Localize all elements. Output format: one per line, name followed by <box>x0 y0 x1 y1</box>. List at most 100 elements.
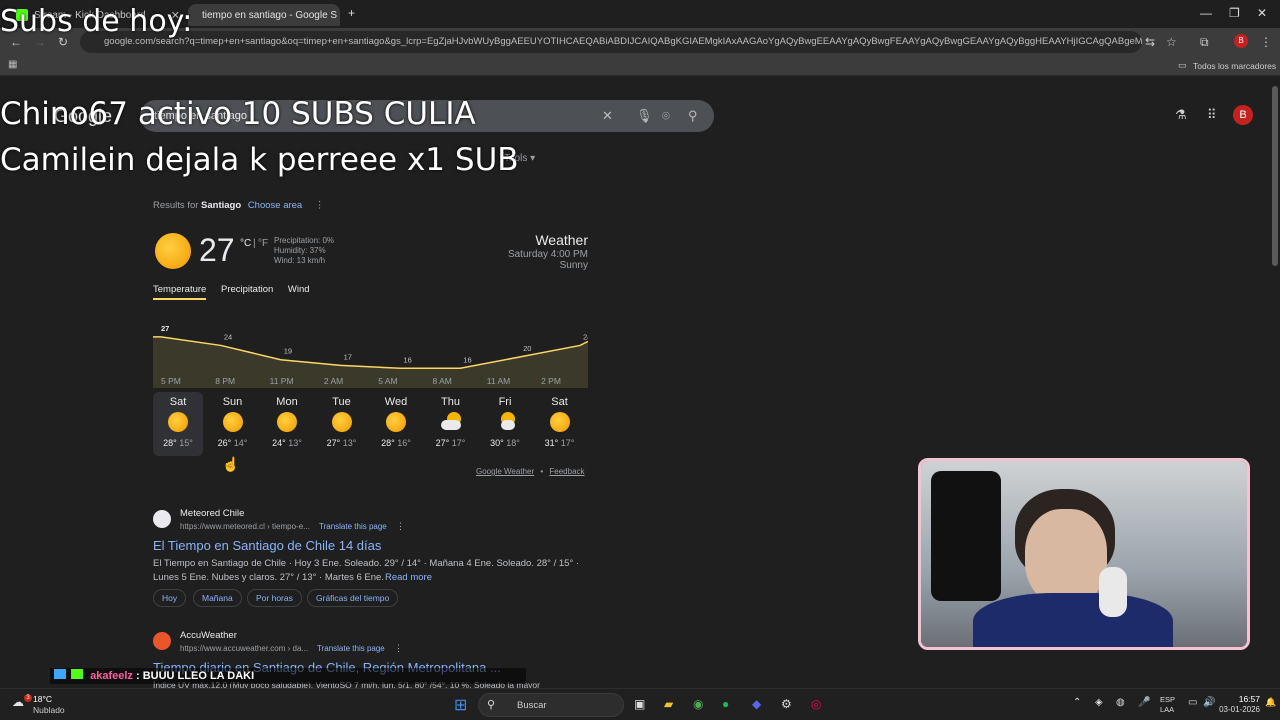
clock-time[interactable]: 16:57 <box>1220 694 1260 704</box>
subs-overlay-line: Camilein dejala k perreee x1 SUB <box>0 142 519 178</box>
obs-icon[interactable]: ◎ <box>811 697 821 711</box>
spotify-icon[interactable]: ● <box>722 697 729 711</box>
mic-tray-icon[interactable]: 🎤 <box>1138 697 1150 708</box>
extensions-icon[interactable]: ⧉ <box>1200 35 1209 50</box>
translate-page-link[interactable]: Translate this page <box>319 522 387 531</box>
restore-icon[interactable]: ❐ <box>1229 6 1240 20</box>
result-chip[interactable]: Gráficas del tiempo <box>307 589 399 607</box>
day-temps: 30° 18° <box>480 438 530 448</box>
subs-overlay-title: Subs de hoy: <box>0 4 193 39</box>
streamer-shirt <box>973 593 1173 647</box>
clear-icon[interactable]: ✕ <box>602 108 613 124</box>
result-chip[interactable]: Por horas <box>247 589 302 607</box>
tab-wind[interactable]: Wind <box>288 284 310 295</box>
result-url[interactable]: https://www.meteored.cl › tiempo-e... <box>180 522 310 531</box>
day-forecast-sun[interactable]: Sun 26° 14° <box>208 392 258 456</box>
hourly-temp-label: 24 <box>583 332 588 341</box>
result-site-name[interactable]: Meteored Chile <box>180 508 244 519</box>
chat-overlay: akafeelz : BUUU LLEO LA DAKI <box>50 668 526 684</box>
bookmark-star-icon[interactable]: ☆ <box>1166 35 1177 49</box>
hourly-temp-label: 24 <box>224 332 232 341</box>
search-icon[interactable]: ⚲ <box>688 108 698 124</box>
choose-area-link[interactable]: Choose area <box>248 200 302 211</box>
taskbar-temp[interactable]: 18°C <box>33 694 52 704</box>
day-forecast-wed[interactable]: Wed 28° 16° <box>371 392 421 456</box>
result-more-icon[interactable]: ⋮ <box>394 643 403 654</box>
day-forecast-fri[interactable]: Fri 30° 18° <box>480 392 530 456</box>
taskbar-weather-desc[interactable]: Nublado <box>33 705 65 715</box>
weather-cloud-icon[interactable]: ☁ <box>12 695 24 709</box>
day-name: Mon <box>276 396 298 408</box>
tab-precipitation[interactable]: Precipitation <box>221 284 273 295</box>
taskbar-search[interactable]: ⚲ Buscar <box>478 693 624 717</box>
tray-app-icon[interactable]: ◈ <box>1095 697 1103 708</box>
notifications-icon[interactable]: 🔔 <box>1265 697 1276 708</box>
day-forecast-mon[interactable]: Mon 24° 13° <box>262 392 312 456</box>
result-snippet: El Tiempo en Santiago de Chile · Hoy 3 E… <box>153 558 580 569</box>
precipitation-text: Precipitation: 0% <box>274 236 335 245</box>
all-bookmarks-link[interactable]: Todos los marcadores <box>1193 61 1276 71</box>
scroll-thumb[interactable] <box>1272 86 1278 266</box>
google-apps-icon[interactable]: ⠿ <box>1207 107 1217 123</box>
high-temp: 24° <box>272 438 286 448</box>
result-chip[interactable]: Hoy <box>153 589 187 607</box>
account-avatar[interactable]: B <box>1233 105 1253 125</box>
app-icon[interactable]: ⚙ <box>781 697 792 711</box>
unit-celsius[interactable]: °C <box>240 238 251 249</box>
lens-icon[interactable]: ⌾ <box>662 108 670 124</box>
result-site-name[interactable]: AccuWeather <box>180 630 237 641</box>
page-scrollbar[interactable] <box>1270 76 1280 688</box>
address-bar[interactable]: google.com/search?q=timep+en+santiago&oq… <box>80 31 1142 53</box>
google-weather-link[interactable]: Google Weather <box>476 467 534 476</box>
sunny-icon <box>222 412 243 432</box>
wind-text: Wind: 13 km/h <box>274 256 326 265</box>
tray-expand-icon[interactable]: ⌃ <box>1073 697 1081 708</box>
read-more-link[interactable]: Read more <box>385 572 432 583</box>
new-tab-icon[interactable]: + <box>348 6 355 20</box>
tab-google-search[interactable]: tiempo en santiago - Google S ✕ <box>188 4 340 26</box>
discord-icon[interactable]: ◆ <box>752 697 761 711</box>
minimize-icon[interactable]: — <box>1200 6 1212 20</box>
day-temps: 31° 17° <box>535 438 585 448</box>
clock-date[interactable]: 03-01-2026 <box>1212 705 1260 714</box>
windows-start-icon[interactable]: ⊞ <box>454 695 467 715</box>
hourly-temp-label: 19 <box>284 347 292 356</box>
result-chip[interactable]: Mañana <box>193 589 242 607</box>
result-title-link[interactable]: El Tiempo en Santiago de Chile 14 días <box>153 538 381 553</box>
close-window-icon[interactable]: ✕ <box>1257 6 1267 20</box>
labs-flask-icon[interactable]: ⚗ <box>1175 107 1187 123</box>
weather-details: Precipitation: 0% Humidity: 37% Wind: 13… <box>274 236 334 266</box>
unit-fahrenheit[interactable]: °F <box>258 238 268 249</box>
task-view-icon[interactable]: ▣ <box>634 697 645 711</box>
day-temps: 24° 13° <box>262 438 312 448</box>
day-temps: 26° 14° <box>208 438 258 448</box>
apps-grid-icon[interactable]: ▦ <box>8 59 17 70</box>
chat-username: akafeelz <box>90 670 133 682</box>
footer-separator: • <box>540 467 544 476</box>
current-temperature: 27 <box>199 232 235 268</box>
more-options-icon[interactable]: ⋮ <box>315 200 325 211</box>
menu-dots-icon[interactable]: ⋮ <box>1260 35 1272 49</box>
day-forecast-sat[interactable]: Sat 28° 15° <box>153 392 203 456</box>
result-url[interactable]: https://www.accuweather.com › da... <box>180 644 308 653</box>
translate-icon[interactable]: ⇆ <box>1145 35 1155 49</box>
keyboard-layout[interactable]: LAA <box>1160 705 1174 714</box>
weather-title: Weather <box>535 232 588 248</box>
hourly-temp-label: 27 <box>161 324 169 333</box>
file-explorer-icon[interactable]: ▰ <box>664 697 673 711</box>
microphone-icon[interactable]: 🎙 <box>636 108 653 124</box>
day-forecast-thu[interactable]: Thu 27° 17° <box>426 392 476 456</box>
day-forecast-tue[interactable]: Tue 27° 13° <box>317 392 367 456</box>
translate-page-link[interactable]: Translate this page <box>317 644 385 653</box>
result-more-icon[interactable]: ⋮ <box>396 521 405 532</box>
language-indicator[interactable]: ESP <box>1160 695 1175 704</box>
day-forecast-sat[interactable]: Sat 31° 17° <box>535 392 585 456</box>
feedback-link[interactable]: Feedback <box>549 467 584 476</box>
chrome-icon[interactable]: ◉ <box>693 697 703 711</box>
hour-label: 5 PM <box>161 376 181 386</box>
tab-temperature[interactable]: Temperature <box>153 284 207 300</box>
tray-app-icon[interactable]: ◍ <box>1116 697 1125 708</box>
network-icon[interactable]: ▭ <box>1188 697 1197 708</box>
profile-avatar[interactable]: B <box>1234 34 1248 48</box>
hour-label: 2 PM <box>541 376 561 386</box>
